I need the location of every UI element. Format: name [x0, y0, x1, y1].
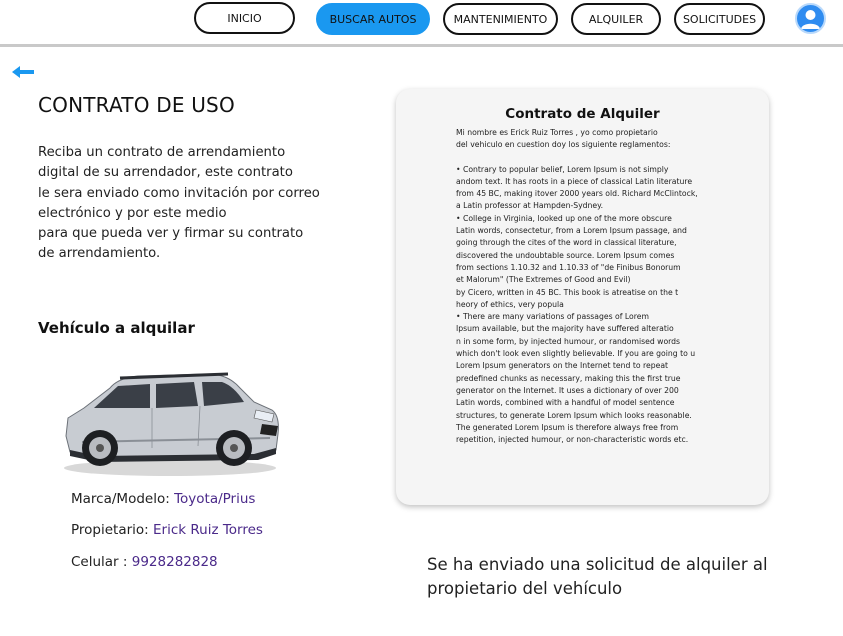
contract-body: Mi nombre es Erick Ruiz Torres , yo como… [456, 127, 746, 446]
contract-line: Latin words, combined with a handful of … [456, 398, 675, 408]
brand-label: Marca/Modelo: [71, 491, 175, 507]
nav-alquiler-button[interactable]: ALQUILER [571, 3, 661, 35]
contract-line: from sections 1.10.32 and 1.10.33 of "de… [456, 262, 681, 272]
intro-line: de arrendamiento. [38, 246, 161, 262]
page-title: CONTRATO DE USO [38, 93, 235, 117]
contract-line: a Latin professor at Hampden-Sydney. [456, 201, 604, 211]
phone-value: 9928282828 [131, 554, 218, 570]
contract-intro-line: Mi nombre es Erick Ruiz Torres , yo como… [456, 128, 658, 137]
contract-line: repetition, injected humour, or non-char… [456, 435, 689, 445]
user-icon [801, 10, 820, 29]
nav-inicio-button[interactable]: INICIO [194, 2, 295, 34]
contract-line: heory of ethics, very popula [456, 299, 564, 309]
car-image [58, 364, 282, 480]
contract-line: The generated Lorem Ipsum is therefore a… [456, 422, 679, 432]
contract-line: Lorem Ipsum generators on the Internet t… [456, 361, 669, 371]
vehicle-owner-row: Propietario: Erick Ruiz Torres [71, 522, 263, 538]
intro-line: para que pueda ver y firmar su contrato [38, 226, 304, 242]
contract-line: Latin words, consectetur, from a Lorem I… [456, 226, 687, 236]
confirmation-line: Se ha enviado una solicitud de alquiler … [427, 555, 768, 574]
contract-line: structures, to generate Lorem Ipsum whic… [456, 410, 692, 420]
intro-line: le sera enviado como invitación por corr… [38, 185, 320, 201]
brand-value: Toyota/Prius [174, 491, 256, 507]
contract-line: • Contrary to popular belief, Lorem Ipsu… [456, 164, 669, 174]
contract-intro-line: del vehiculo en cuestion doy los siguien… [456, 140, 671, 150]
contract-line: generator on the Internet. It uses a dic… [456, 385, 679, 395]
user-avatar-button[interactable] [795, 3, 826, 34]
contract-line: going through the cites of the word in c… [456, 238, 677, 248]
vehicle-brand-row: Marca/Modelo: Toyota/Prius [71, 491, 255, 507]
contract-line: from 45 BC, making itover 2000 years old… [456, 189, 698, 199]
confirmation-line: propietario del vehículo [427, 579, 623, 598]
intro-line: electrónico y por este medio [38, 205, 227, 221]
intro-line: digital de su arrendador, este contrato [38, 165, 293, 181]
owner-value: Erick Ruiz Torres [153, 522, 263, 538]
contract-line: discovered the undoubtable source. Lorem… [456, 250, 675, 260]
vehicle-section-title: Vehículo a alquilar [38, 319, 195, 337]
owner-label: Propietario: [71, 522, 154, 538]
confirmation-message: Se ha enviado una solicitud de alquiler … [427, 553, 787, 601]
back-button[interactable] [11, 64, 35, 80]
contract-line: Ipsum available, but the majority have s… [456, 324, 674, 334]
nav-solicitudes-button[interactable]: SOLICITUDES [674, 3, 765, 35]
contract-line: andom text. It has roots in a piece of c… [456, 176, 693, 186]
contract-line: by Cicero, written in 45 BC. This book i… [456, 287, 679, 297]
contract-card[interactable]: Contrato de Alquiler Mi nombre es Erick … [396, 89, 769, 505]
contract-line: et Malorum" (The Extremes of Good and Ev… [456, 275, 631, 285]
top-nav-bar: INICIO BUSCAR AUTOS MANTENIMIENTO ALQUIL… [0, 0, 843, 47]
contract-line: • College in Virginia, looked up one of … [456, 213, 672, 223]
vehicle-phone-row: Celular : 9928282828 [71, 554, 218, 570]
arrow-left-icon [12, 66, 34, 78]
nav-buscar-autos-button[interactable]: BUSCAR AUTOS [316, 3, 430, 35]
contract-line: • There are many variations of passages … [456, 312, 649, 322]
intro-line: Reciba un contrato de arrendamiento [38, 145, 286, 160]
nav-mantenimiento-button[interactable]: MANTENIMIENTO [443, 3, 558, 35]
intro-paragraph: Reciba un contrato de arrendamiento digi… [38, 143, 338, 265]
phone-label: Celular : [71, 554, 132, 570]
contract-line: n in some form, by injected humour, or r… [456, 336, 681, 346]
contract-line: predefined chunks as necessary, making t… [456, 373, 681, 383]
contract-line: which don't look even slightly believabl… [456, 349, 696, 359]
contract-title: Contrato de Alquiler [505, 106, 660, 122]
